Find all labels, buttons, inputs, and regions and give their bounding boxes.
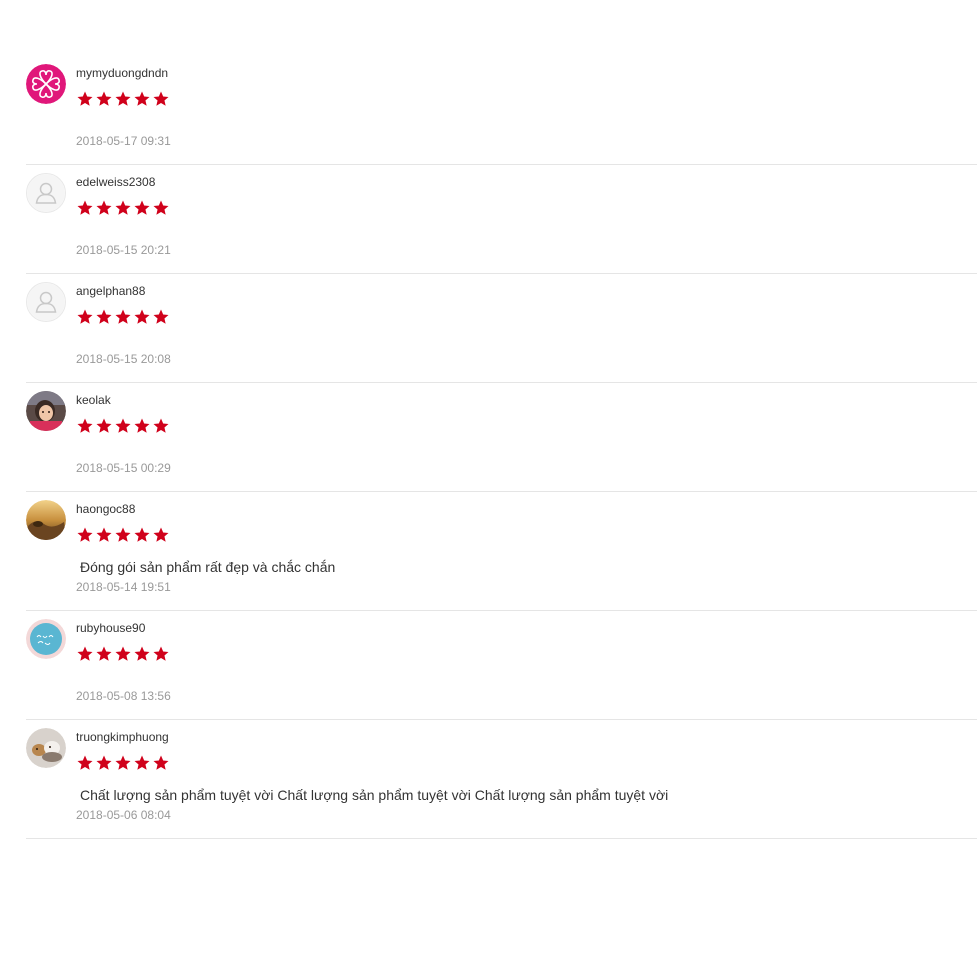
review-time: 2018-05-14 19:51	[76, 580, 171, 594]
star-icon	[134, 418, 150, 433]
sunset-field-photo-avatar[interactable]	[26, 500, 66, 540]
star-icon	[115, 309, 131, 324]
review-item: keolak 2018-05-15 00:29	[26, 383, 977, 492]
rating-stars	[76, 526, 977, 544]
review-username[interactable]: rubyhouse90	[76, 621, 977, 635]
review-item: truongkimphuong Chất lượng sản phẩm tuyệ…	[26, 720, 977, 839]
review-time: 2018-05-15 20:21	[76, 243, 171, 257]
review-time: 2018-05-08 13:56	[76, 689, 171, 703]
star-icon	[96, 755, 112, 770]
star-icon	[134, 755, 150, 770]
star-icon	[115, 200, 131, 215]
pink-clover-logo-avatar[interactable]	[26, 64, 66, 104]
review-username[interactable]: truongkimphuong	[76, 730, 977, 744]
star-icon	[115, 418, 131, 433]
review-time: 2018-05-15 00:29	[76, 461, 171, 475]
star-icon	[153, 91, 169, 106]
star-icon	[153, 309, 169, 324]
star-icon	[96, 309, 112, 324]
review-time: 2018-05-15 20:08	[76, 352, 171, 366]
review-username[interactable]: haongoc88	[76, 502, 977, 516]
rating-stars	[76, 90, 977, 108]
star-icon	[153, 646, 169, 661]
rating-stars	[76, 308, 977, 326]
star-icon	[134, 527, 150, 542]
star-icon	[115, 646, 131, 661]
rating-stars	[76, 417, 977, 435]
star-icon	[77, 527, 93, 542]
ruby-house-logo-avatar[interactable]	[26, 619, 66, 659]
rating-stars	[76, 199, 977, 217]
star-icon	[134, 309, 150, 324]
star-icon	[77, 755, 93, 770]
star-icon	[96, 646, 112, 661]
pets-photo-avatar[interactable]	[26, 728, 66, 768]
child-photo-avatar[interactable]	[26, 391, 66, 431]
star-icon	[134, 91, 150, 106]
review-username[interactable]: angelphan88	[76, 284, 977, 298]
review-username[interactable]: keolak	[76, 393, 977, 407]
star-icon	[153, 527, 169, 542]
star-icon	[153, 200, 169, 215]
review-item: angelphan88 2018-05-15 20:08	[26, 274, 977, 383]
review-item: rubyhouse90 2018-05-08 13:56	[26, 611, 977, 720]
review-comment: Chất lượng sản phẩm tuyệt vời Chất lượng…	[80, 787, 669, 803]
review-item: haongoc88 Đóng gói sản phẩm rất đẹp và c…	[26, 492, 977, 611]
star-icon	[115, 755, 131, 770]
star-icon	[153, 418, 169, 433]
review-username[interactable]: edelweiss2308	[76, 175, 977, 189]
review-item: edelweiss2308 2018-05-15 20:21	[26, 165, 977, 274]
star-icon	[77, 200, 93, 215]
star-icon	[115, 91, 131, 106]
star-icon	[96, 527, 112, 542]
review-username[interactable]: mymyduongdndn	[76, 66, 977, 80]
star-icon	[77, 91, 93, 106]
star-icon	[153, 755, 169, 770]
star-icon	[134, 200, 150, 215]
review-time: 2018-05-06 08:04	[76, 808, 171, 822]
star-icon	[77, 646, 93, 661]
review-item: mymyduongdndn 2018-05-17 09:31	[26, 56, 977, 165]
default-user-avatar[interactable]	[26, 173, 66, 213]
star-icon	[96, 418, 112, 433]
review-time: 2018-05-17 09:31	[76, 134, 171, 148]
star-icon	[77, 418, 93, 433]
star-icon	[77, 309, 93, 324]
star-icon	[96, 91, 112, 106]
rating-stars	[76, 754, 977, 772]
rating-stars	[76, 645, 977, 663]
star-icon	[96, 200, 112, 215]
star-icon	[134, 646, 150, 661]
review-list: mymyduongdndn 2018-05-17 09:31 edelweiss…	[26, 56, 977, 839]
review-comment: Đóng gói sản phẩm rất đẹp và chắc chắn	[80, 559, 336, 575]
default-user-avatar[interactable]	[26, 282, 66, 322]
star-icon	[115, 527, 131, 542]
